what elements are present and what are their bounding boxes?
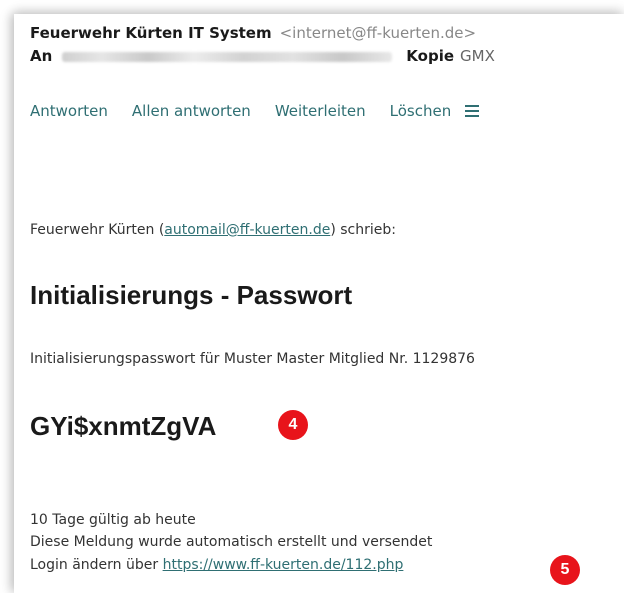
redacted-recipients — [62, 51, 393, 62]
login-change-link[interactable]: https://www.ff-kuerten.de/112.php — [163, 557, 404, 573]
step-4-badge: 4 — [278, 410, 308, 440]
reply-button[interactable]: Antworten — [30, 102, 108, 120]
login-prefix: Login ändern über — [30, 557, 163, 573]
cc-value[interactable]: GMX — [460, 47, 495, 65]
email-heading: Initialisierungs - Passwort — [30, 280, 353, 310]
auto-note-text: Diese Meldung wurde automatisch erstellt… — [30, 534, 433, 550]
validity-text: 10 Tage gültig ab heute — [30, 512, 196, 528]
cc-label: Kopie — [406, 47, 455, 65]
password-description: Initialisierungspasswort für Muster Mast… — [30, 351, 475, 367]
sender-email-link[interactable]: automail@ff-kuerten.de — [164, 222, 330, 238]
from-line: Feuerwehr Kürten IT System <internet@ff-k… — [30, 24, 476, 42]
reply-all-button[interactable]: Allen antworten — [132, 102, 251, 120]
initial-password: GYi$xnmtZgVA — [30, 411, 217, 441]
sender-email[interactable]: <internet@ff-kuerten.de> — [280, 24, 476, 42]
login-line: Login ändern über https://www.ff-kuerten… — [30, 557, 403, 573]
delete-button[interactable]: Löschen — [390, 102, 452, 120]
message-actions: Antworten Allen antworten Weiterleiten L… — [30, 102, 480, 120]
forward-button[interactable]: Weiterleiten — [275, 102, 366, 120]
to-label: An — [30, 47, 53, 65]
email-view: Feuerwehr Kürten IT System <internet@ff-k… — [14, 14, 624, 593]
hamburger-menu-icon[interactable] — [465, 105, 480, 117]
quote-line: Feuerwehr Kürten (automail@ff-kuerten.de… — [30, 222, 396, 238]
step-5-badge: 5 — [550, 555, 580, 585]
recipients-line: An Kopie GMX — [30, 47, 495, 65]
sender-name: Feuerwehr Kürten IT System — [30, 24, 272, 42]
quote-prefix: Feuerwehr Kürten ( — [30, 222, 165, 238]
quote-suffix: ) schrieb: — [330, 222, 396, 238]
